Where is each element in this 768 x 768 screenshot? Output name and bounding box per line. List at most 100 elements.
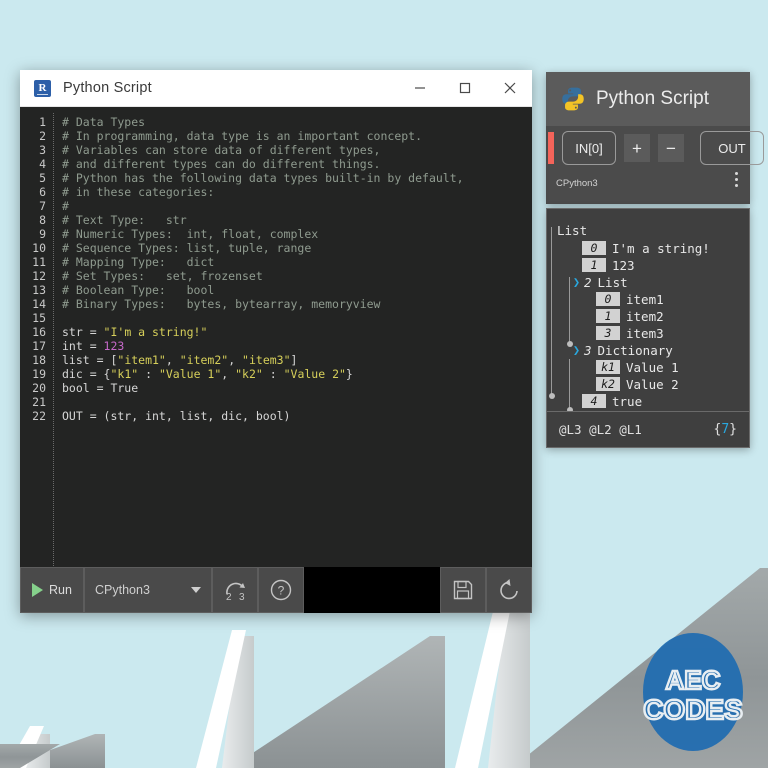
python2-to-3-migrate-icon[interactable]: 2 3 [212, 567, 258, 613]
toolbar-spacer [304, 567, 440, 613]
engine-select-value: CPython3 [95, 583, 150, 597]
add-port-button[interactable]: + [624, 134, 650, 162]
line-number: 22 [32, 409, 46, 423]
code-token: # Mapping Type: dict [62, 255, 215, 269]
line-number: 17 [32, 339, 46, 353]
code-line[interactable]: str = "I'm a string!" [62, 325, 526, 339]
gutter-separator [53, 113, 54, 568]
revert-undo-icon[interactable] [486, 567, 532, 613]
code-token: "Value 1" [158, 367, 222, 381]
code-line[interactable]: # Variables can store data of different … [62, 143, 526, 157]
code-line[interactable]: # in these categories: [62, 185, 526, 199]
code-token: dic = { [62, 367, 111, 381]
node-footer: CPython3 [546, 170, 750, 204]
help-question-icon[interactable]: ? [258, 567, 304, 613]
editor-titlebar[interactable]: R Python Script [20, 70, 532, 107]
code-line[interactable]: # Boolean Type: bool [62, 283, 526, 297]
kebab-menu-icon[interactable] [735, 172, 738, 187]
node-engine-label: CPython3 [556, 178, 598, 189]
kebab-dot [735, 178, 738, 181]
watch-row[interactable]: ❯ 2 List [557, 274, 749, 290]
editor-toolbar[interactable]: Run CPython3 2 3 ? [20, 567, 532, 613]
watch-row[interactable]: 0 I'm a string! [557, 240, 749, 256]
watch-row[interactable]: k1 Value 1 [557, 359, 749, 375]
code-line[interactable]: # In programming, data type is an import… [62, 129, 526, 143]
svg-text:3: 3 [239, 592, 245, 603]
line-number: 7 [39, 199, 46, 213]
watch-row[interactable]: k2 Value 2 [557, 376, 749, 392]
code-line[interactable]: list = ["item1", "item2", "item3"] [62, 353, 526, 367]
out-port[interactable]: OUT [700, 131, 764, 165]
code-editor-area[interactable]: 1 2 3 4 5 6 7 8 9 10 11 12 13 14 15 16 17 18 19 20 21 22 # Da… [20, 107, 532, 568]
in-port[interactable]: IN[0] [562, 131, 616, 165]
line-number: 19 [32, 367, 46, 381]
line-number: 12 [32, 269, 46, 283]
code-line[interactable]: # [62, 199, 526, 213]
maximize-icon[interactable] [442, 70, 487, 106]
code-token: "Value 2" [283, 367, 346, 381]
watch-row[interactable]: 1 123 [557, 257, 749, 273]
code-line[interactable]: # Set Types: set, frozenset [62, 269, 526, 283]
line-number: 4 [39, 157, 46, 171]
code-token: # Data Types [62, 115, 146, 129]
remove-port-button[interactable]: − [658, 134, 684, 162]
minimize-icon[interactable] [397, 70, 442, 106]
watch-levels-label: @L3 @L2 @L1 [559, 422, 642, 437]
python-script-editor-window[interactable]: R Python Script 1 2 3 4 5 6 7 8 9 10 11 12 13 14 15 16 1… [20, 70, 532, 613]
watch-row-index: k2 [596, 377, 620, 391]
watch-row-index: 1 [596, 309, 620, 323]
code-line[interactable]: # Binary Types: bytes, bytearray, memory… [62, 297, 526, 311]
code-token: 123 [103, 339, 125, 353]
watch-tree: List 0 I'm a string! 1 123 ❯ 2 List 0 item1 1 item… [547, 209, 749, 412]
watch-root-label: List [557, 223, 588, 238]
code-line[interactable]: # Data Types [62, 115, 526, 129]
code-line[interactable]: # Python has the following data types bu… [62, 171, 526, 185]
watch-row-value: item2 [626, 308, 664, 324]
code-line[interactable]: # Sequence Types: list, tuple, range [62, 241, 526, 255]
save-floppy-icon[interactable] [440, 567, 486, 613]
watch-output-panel[interactable]: List 0 I'm a string! 1 123 ❯ 2 List 0 item1 1 item… [546, 208, 750, 448]
play-icon [32, 583, 44, 597]
line-number: 6 [39, 185, 46, 199]
python-script-node[interactable]: Python Script IN[0] + − OUT CPython3 [546, 72, 764, 204]
close-icon[interactable] [487, 70, 532, 106]
code-token: , [221, 367, 236, 381]
run-button[interactable]: Run [20, 567, 84, 613]
count-value: 7 [721, 422, 730, 437]
watch-row-value: I'm a string! [612, 240, 710, 256]
code-line[interactable]: # and different types can do different t… [62, 157, 526, 171]
watch-row[interactable]: 3 item3 [557, 325, 749, 341]
watch-row[interactable]: 1 item2 [557, 308, 749, 324]
code-token: # [62, 199, 69, 213]
engine-select[interactable]: CPython3 [84, 567, 212, 613]
tree-connector-line [569, 277, 570, 343]
code-line[interactable]: # Numeric Types: int, float, complex [62, 227, 526, 241]
code-token: # Text Type: str [62, 213, 187, 227]
line-number: 15 [32, 311, 46, 325]
svg-text:2: 2 [226, 592, 232, 603]
code-line[interactable]: OUT = (str, int, list, dic, bool) [62, 409, 526, 423]
code-line[interactable]: # Text Type: str [62, 213, 526, 227]
watch-row-index: 0 [596, 292, 620, 306]
code-line[interactable]: dic = {"k1" : "Value 1", "k2" : "Value 2… [62, 367, 526, 381]
watch-row-index: 1 [582, 258, 606, 272]
line-number: 21 [32, 395, 46, 409]
code-token: # Variables can store data of different … [62, 143, 381, 157]
line-number: 18 [32, 353, 46, 367]
chevron-right-icon[interactable]: ❯ [571, 275, 582, 289]
watch-row[interactable]: ❯ 3 Dictionary [557, 342, 749, 358]
tree-connector-dot [567, 341, 573, 347]
watch-row-value: List [597, 274, 628, 290]
code-line[interactable] [62, 311, 526, 325]
code-line[interactable] [62, 395, 526, 409]
line-number: 5 [39, 171, 46, 185]
node-title: Python Script [596, 88, 709, 109]
code-lines[interactable]: # Data Types # In programming, data type … [62, 115, 526, 423]
code-token: # Python has the following data types bu… [62, 171, 464, 185]
code-line[interactable]: bool = True [62, 381, 526, 395]
watch-row[interactable]: 4 true [557, 393, 749, 409]
code-line[interactable]: int = 123 [62, 339, 526, 353]
code-line[interactable]: # Mapping Type: dict [62, 255, 526, 269]
watch-row[interactable]: 0 item1 [557, 291, 749, 307]
watch-row-index: 4 [582, 394, 606, 408]
